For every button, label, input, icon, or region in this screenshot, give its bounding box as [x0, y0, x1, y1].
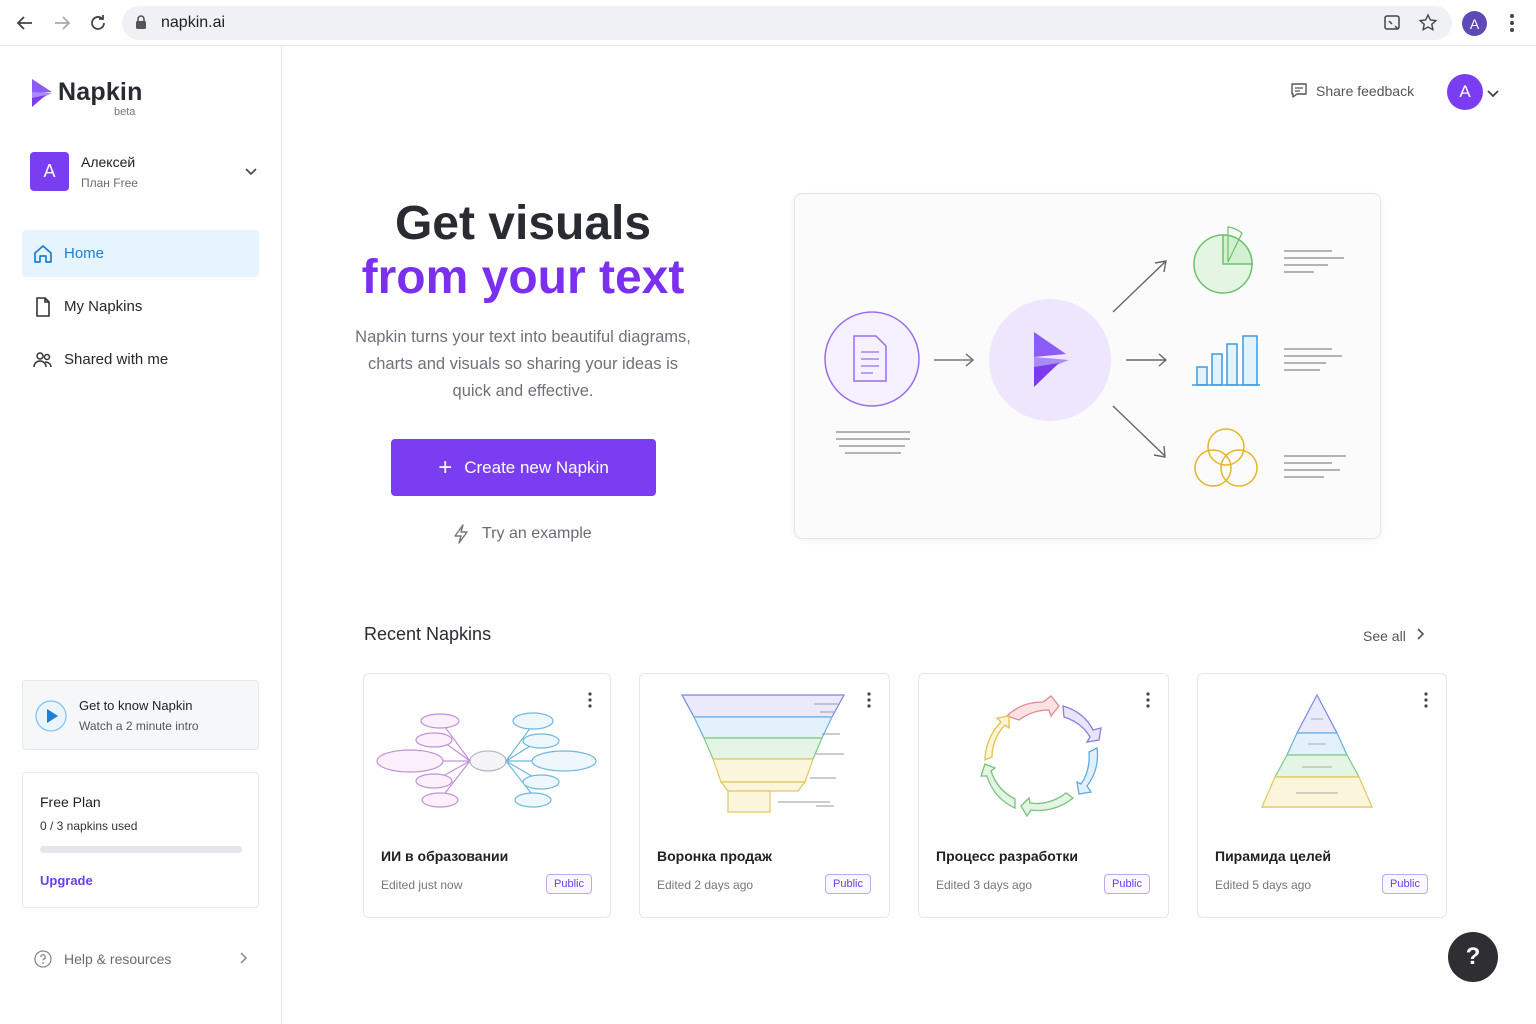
card-menu-icon[interactable]	[867, 692, 871, 713]
intro-video-card[interactable]: Get to know Napkin Watch a 2 minute intr…	[22, 680, 259, 750]
sidebar-item-label: Shared with me	[64, 351, 169, 368]
forward-arrow-icon[interactable]	[50, 11, 74, 35]
plan-card: Free Plan 0 / 3 napkins used Upgrade	[22, 772, 259, 908]
arrow-icon	[1112, 260, 1167, 313]
card-edited: Edited 2 days ago	[657, 878, 754, 892]
sidebar-item-home[interactable]: Home	[22, 230, 259, 277]
card-edited: Edited just now	[381, 878, 463, 892]
help-resources-link[interactable]: Help & resources	[34, 948, 249, 970]
sidebar-nav: Home My Napkins Shared with me	[22, 230, 259, 389]
napkin-logo-icon	[989, 299, 1111, 421]
help-label: Help & resources	[64, 951, 172, 967]
help-fab-button[interactable]: ?	[1448, 932, 1498, 982]
intro-subtitle: Watch a 2 minute intro	[79, 719, 199, 733]
hero-title-line1: Get visuals	[394, 197, 652, 250]
address-bar[interactable]: napkin.ai	[122, 6, 1452, 40]
venn-diagram-icon	[1194, 428, 1258, 487]
card-title: Процесс разработки	[936, 848, 1078, 864]
napkin-card[interactable]: Пирамида целей Edited 5 days ago Public	[1197, 673, 1447, 918]
sidebar: Napkin beta A Алексей План Free Home My …	[0, 46, 282, 1024]
hero-description: Napkin turns your text into beautiful di…	[355, 328, 691, 400]
home-icon	[33, 244, 53, 264]
share-feedback-button[interactable]: Share feedback	[1290, 82, 1414, 100]
create-napkin-label: Create new Napkin	[464, 457, 609, 477]
reload-icon[interactable]	[86, 11, 110, 35]
back-arrow-icon[interactable]	[13, 11, 37, 35]
card-title: Воронка продаж	[657, 848, 772, 864]
card-menu-icon[interactable]	[588, 692, 592, 713]
card-title: ИИ в образовании	[381, 848, 509, 864]
napkin-card[interactable]: Процесс разработки Edited 3 days ago Pub…	[918, 673, 1169, 918]
plus-icon: +	[438, 453, 453, 481]
napkin-logo-icon	[32, 79, 52, 107]
napkin-logo[interactable]: Napkin beta	[30, 78, 143, 118]
account-avatar[interactable]: A	[1447, 74, 1483, 110]
sidebar-item-label: My Napkins	[64, 298, 143, 315]
bar-chart-icon	[1192, 335, 1260, 386]
intro-title: Get to know Napkin	[79, 698, 193, 713]
card-edited: Edited 3 days ago	[936, 878, 1033, 892]
chevron-down-icon[interactable]	[1486, 86, 1500, 105]
try-example-label: Try an example	[482, 525, 592, 542]
arrow-icon	[934, 353, 975, 367]
napkin-thumbnail-funnel	[640, 674, 889, 834]
browser-menu-icon[interactable]	[1500, 11, 1524, 40]
bookmark-star-icon[interactable]	[1418, 13, 1438, 33]
lock-icon	[134, 14, 148, 35]
user-plan: План Free	[81, 176, 138, 190]
card-menu-icon[interactable]	[1424, 692, 1428, 713]
hero-illustration	[794, 193, 1381, 539]
translate-icon[interactable]	[1382, 13, 1402, 33]
users-icon	[33, 350, 53, 370]
create-napkin-button[interactable]: + Create new Napkin	[391, 439, 656, 496]
card-edited: Edited 5 days ago	[1215, 878, 1312, 892]
workspace-switcher[interactable]: A Алексей План Free	[30, 152, 260, 192]
napkin-card[interactable]: ИИ в образовании Edited just now Public	[363, 673, 611, 918]
napkin-thumbnail-pyramid	[1198, 674, 1446, 834]
sidebar-item-my-napkins[interactable]: My Napkins	[22, 283, 259, 330]
beta-badge: beta	[114, 106, 136, 118]
public-badge: Public	[1382, 874, 1428, 894]
document-icon	[33, 296, 53, 317]
sidebar-item-label: Home	[64, 245, 105, 262]
plan-usage-bar	[40, 846, 242, 853]
feedback-icon	[1290, 82, 1308, 100]
user-name: Алексей	[81, 154, 136, 170]
plan-usage: 0 / 3 napkins used	[40, 819, 138, 833]
browser-profile-avatar[interactable]: A	[1462, 11, 1487, 36]
pie-chart-icon	[1193, 226, 1253, 294]
sidebar-item-shared[interactable]: Shared with me	[22, 336, 259, 383]
public-badge: Public	[825, 874, 871, 894]
try-example-button[interactable]: Try an example	[452, 524, 592, 544]
arrow-icon	[1126, 353, 1168, 367]
recent-napkins-title: Recent Napkins	[364, 624, 492, 644]
browser-chrome: napkin.ai A	[0, 0, 1536, 46]
see-all-link[interactable]: See all	[1363, 627, 1426, 644]
see-all-label: See all	[1363, 627, 1406, 644]
public-badge: Public	[546, 874, 592, 894]
share-feedback-label: Share feedback	[1316, 83, 1415, 99]
upgrade-link[interactable]: Upgrade	[40, 873, 93, 888]
arrow-icon	[1112, 405, 1166, 458]
user-avatar: A	[30, 152, 69, 191]
public-badge: Public	[1104, 874, 1150, 894]
chevron-down-icon	[244, 164, 258, 183]
logo-text: Napkin	[58, 78, 143, 106]
text-document-icon	[824, 311, 920, 407]
plan-title: Free Plan	[40, 794, 101, 810]
url-text: napkin.ai	[161, 14, 226, 31]
napkin-thumbnail-cycle	[919, 674, 1168, 834]
chevron-right-icon	[1416, 627, 1426, 644]
card-title: Пирамида целей	[1215, 848, 1332, 864]
chevron-right-icon	[237, 951, 249, 968]
help-circle-icon	[34, 950, 52, 968]
card-menu-icon[interactable]	[1146, 692, 1150, 713]
play-icon	[35, 700, 67, 732]
hero-title-line2: from your text	[361, 251, 685, 304]
lightning-icon	[452, 524, 470, 544]
napkin-card[interactable]: Воронка продаж Edited 2 days ago Public	[639, 673, 890, 918]
napkin-thumbnail-mindmap	[364, 674, 610, 834]
